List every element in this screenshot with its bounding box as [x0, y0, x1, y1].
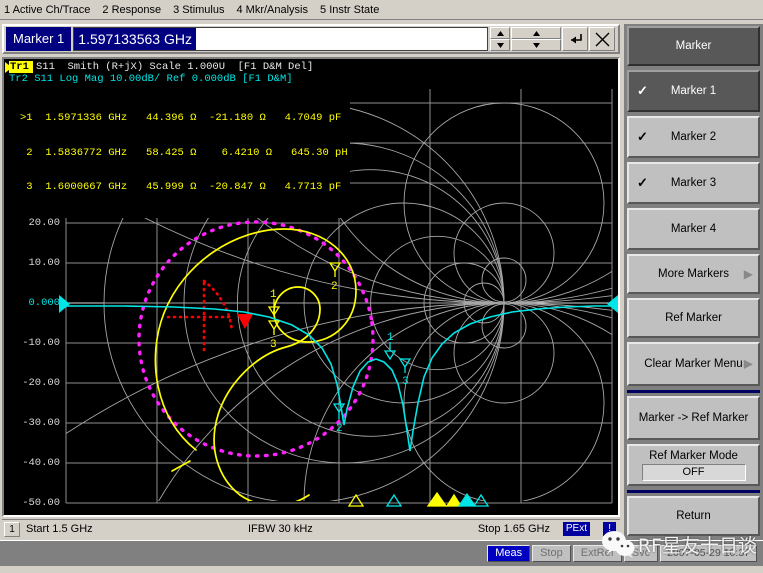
softkey-label: Clear Marker Menu: [644, 357, 743, 370]
datetime-display: 2007-05-29 10:37: [660, 545, 757, 562]
stop-frequency-label[interactable]: Stop 1.65 GHz: [478, 523, 550, 535]
spin-up-large[interactable]: [511, 27, 561, 39]
softkey-label: Return: [676, 510, 711, 522]
close-icon[interactable]: [589, 27, 615, 51]
trace1-info[interactable]: S11 Smith (R+jX) Scale 1.000U [F1 D&M De…: [36, 61, 313, 73]
svg-text:2: 2: [331, 281, 338, 293]
marker-readout-row: >1 1.5971336 GHz 44.396 Ω -21.180 Ω 4.70…: [20, 112, 342, 124]
svg-text:3: 3: [270, 339, 277, 351]
menu-item-response[interactable]: 2 Response: [98, 2, 169, 18]
softkey-panel: Marker ✓ Marker 1 ✓ Marker 2 ✓ Marker 3 …: [624, 24, 763, 540]
svg-text:2: 2: [336, 423, 343, 435]
softkey-marker-to-ref-marker[interactable]: Marker -> Ref Marker: [627, 396, 760, 440]
menu-item-active-ch-trace[interactable]: 1 Active Ch/Trace: [0, 2, 98, 18]
measurement-graph[interactable]: 1 2 3 1 2 3 Tr1 S11 Smith (R+jX) Scale 1…: [4, 59, 618, 515]
softkey-title: Marker: [627, 26, 760, 66]
status-strip: Meas Stop ExtRef Svc 2007-05-29 10:37: [0, 540, 763, 566]
channel-number[interactable]: 1: [4, 521, 20, 537]
softkey-separator: [627, 390, 760, 393]
check-icon: ✓: [637, 83, 648, 98]
softkey-more-markers[interactable]: More Markers ▶: [627, 254, 760, 294]
chevron-right-icon: ▶: [743, 267, 753, 281]
spin-stepper-large[interactable]: [511, 27, 561, 51]
trace1-tag-label: Tr1: [10, 61, 29, 73]
y-tick-label: -20.00: [22, 377, 60, 389]
softkey-marker-2[interactable]: ✓ Marker 2: [627, 116, 760, 158]
enter-key-icon[interactable]: [562, 27, 588, 51]
marker-readout-row: 2 1.5836772 GHz 58.425 Ω 6.4210 Ω 645.30…: [20, 146, 348, 159]
marker-value-input[interactable]: 1.597133563 GHz: [73, 27, 488, 51]
marker-value-text: 1.597133563 GHz: [74, 28, 196, 50]
start-frequency-label[interactable]: Start 1.5 GHz: [26, 523, 93, 535]
ifbw-label[interactable]: IFBW 30 kHz: [248, 523, 313, 535]
softkey-marker-4[interactable]: Marker 4: [627, 208, 760, 250]
status-button-svc[interactable]: Svc: [623, 545, 659, 562]
menu-item-instr-state[interactable]: 5 Instr State: [316, 2, 387, 18]
softkey-return[interactable]: Return: [627, 496, 760, 536]
warning-badge[interactable]: !: [603, 522, 616, 536]
softkey-label: Marker 2: [670, 131, 717, 143]
y-tick-label: -10.00: [22, 337, 60, 349]
softkey-label: Ref Marker: [665, 312, 722, 324]
trace2-info[interactable]: Tr2 S11 Log Mag 10.00dB/ Ref 0.000dB [F1…: [9, 73, 293, 85]
softkey-marker-1[interactable]: ✓ Marker 1: [627, 70, 760, 112]
spin-down-large[interactable]: [511, 39, 561, 51]
graph-panel: 1 2 3 1 2 3 Tr1 S11 Smith (R+jX) Scale 1…: [2, 57, 620, 517]
y-tick-label: 20.00: [28, 217, 60, 229]
softkey-label: More Markers: [658, 268, 729, 280]
softkey-ref-marker-mode[interactable]: Ref Marker Mode OFF: [627, 444, 760, 486]
menu-item-stimulus[interactable]: 3 Stimulus: [169, 2, 232, 18]
status-button-meas[interactable]: Meas: [487, 545, 531, 562]
y-tick-label: -50.00: [22, 497, 60, 509]
svg-text:1: 1: [387, 332, 394, 344]
status-button-extref[interactable]: ExtRef: [572, 545, 622, 562]
spin-stepper-small[interactable]: [490, 27, 510, 51]
entry-label: Marker 1: [6, 27, 72, 51]
menu-item-mkr-analysis[interactable]: 4 Mkr/Analysis: [232, 2, 316, 18]
y-tick-label: 10.00: [28, 257, 60, 269]
y-tick-label: -40.00: [22, 457, 60, 469]
softkey-label: Ref Marker Mode: [649, 449, 738, 462]
softkey-label: Marker 3: [670, 177, 717, 189]
marker-readout-row: 3 1.6000667 GHz 45.999 Ω -20.847 Ω 4.771…: [20, 181, 342, 193]
softkey-label: Marker 4: [670, 223, 717, 235]
softkey-ref-marker[interactable]: Ref Marker: [627, 298, 760, 338]
marker-entry-bar: Marker 1 1.597133563 GHz: [2, 24, 620, 54]
softkey-label: Marker -> Ref Marker: [638, 411, 749, 424]
y-tick-label: -30.00: [22, 417, 60, 429]
y-tick-label-ref: 0.000: [28, 297, 60, 309]
softkey-value: OFF: [641, 463, 746, 481]
softkey-marker-3[interactable]: ✓ Marker 3: [627, 162, 760, 204]
svg-text:3: 3: [402, 376, 409, 388]
check-icon: ✓: [637, 175, 648, 190]
status-button-stop[interactable]: Stop: [532, 545, 571, 562]
spin-up-small[interactable]: [490, 27, 510, 39]
spin-down-small[interactable]: [490, 39, 510, 51]
menu-bar: 1 Active Ch/Trace 2 Response 3 Stimulus …: [0, 0, 763, 20]
marker-readout-table[interactable]: >1 1.5971336 GHz 44.396 Ω -21.180 Ω 4.70…: [18, 89, 350, 218]
softkey-separator: [627, 490, 760, 493]
stimulus-info-bar: 1 Start 1.5 GHz IFBW 30 kHz Stop 1.65 GH…: [2, 519, 620, 538]
svg-text:1: 1: [270, 289, 277, 301]
softkey-clear-marker-menu[interactable]: Clear Marker Menu ▶: [627, 342, 760, 386]
pext-badge[interactable]: PExt: [562, 522, 590, 536]
check-icon: ✓: [637, 129, 648, 144]
chevron-right-icon: ▶: [743, 356, 753, 371]
softkey-label: Marker 1: [670, 85, 717, 97]
